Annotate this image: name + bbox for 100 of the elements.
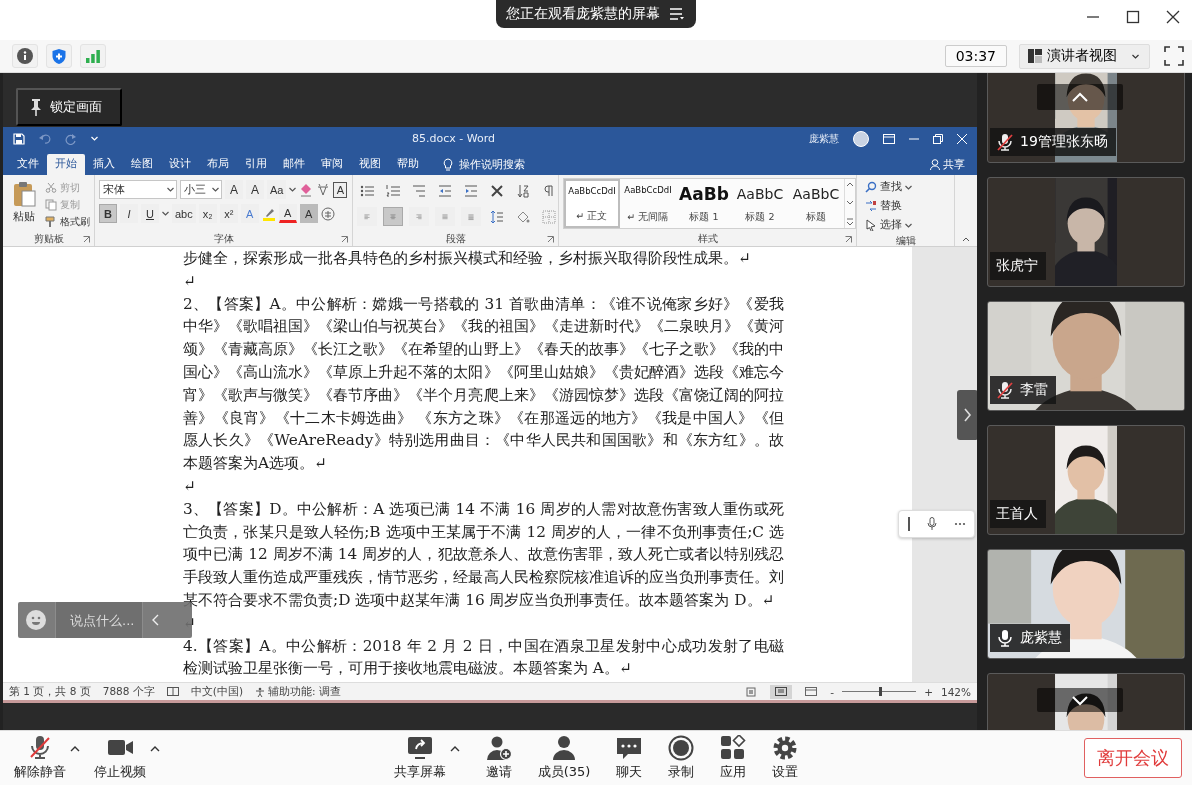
- ribbon-tab[interactable]: 设计: [161, 154, 199, 175]
- toolbar-button[interactable]: 聊天: [616, 735, 643, 781]
- caret-icon[interactable]: [289, 187, 297, 192]
- editing-action[interactable]: 替换: [865, 198, 912, 214]
- sort-icon[interactable]: [516, 183, 530, 198]
- toolbar-button[interactable]: 解除静音: [14, 735, 66, 781]
- ribbon-display-icon[interactable]: [883, 133, 895, 144]
- view-button[interactable]: 演讲者视图: [1019, 43, 1150, 69]
- maximize-icon[interactable]: [1126, 10, 1140, 24]
- close-icon[interactable]: [1166, 10, 1180, 24]
- share-button[interactable]: 共享: [930, 154, 965, 175]
- format-button[interactable]: U: [141, 204, 159, 223]
- style-option[interactable]: AaBbC 标题: [788, 179, 844, 228]
- more-icon[interactable]: [846, 218, 854, 226]
- expand-panel-icon[interactable]: [957, 390, 977, 440]
- format-button[interactable]: I: [120, 204, 138, 223]
- line-spacing-icon[interactable]: [490, 209, 504, 224]
- toolbar-button[interactable]: 停止视频: [94, 735, 146, 781]
- menu-icon[interactable]: [670, 8, 684, 20]
- dialog-launcher-icon[interactable]: [341, 235, 348, 243]
- shield-icon[interactable]: [51, 47, 67, 65]
- font-button[interactable]: A: [225, 180, 243, 199]
- paste-button[interactable]: 粘贴: [7, 178, 41, 226]
- style-option[interactable]: AaBb 标题 1: [676, 179, 732, 228]
- info-icon[interactable]: [17, 48, 33, 64]
- scroll-down-icon[interactable]: [1037, 688, 1123, 712]
- scroll-down-icon[interactable]: [846, 199, 854, 206]
- zoom-in-button[interactable]: +: [924, 685, 933, 698]
- format-button[interactable]: abc: [172, 204, 196, 223]
- scroll-up-icon[interactable]: [846, 181, 854, 187]
- ribbon-tab[interactable]: 审阅: [313, 154, 351, 175]
- microphone-icon[interactable]: [927, 517, 938, 531]
- toolbar-button[interactable]: 应用: [720, 735, 747, 781]
- eraser-icon[interactable]: [299, 182, 314, 197]
- font-button[interactable]: Aa: [267, 180, 287, 199]
- emoji-icon[interactable]: [26, 610, 46, 630]
- ribbon-tab[interactable]: 邮件: [275, 154, 313, 175]
- toolbar-button[interactable]: 录制: [668, 735, 695, 781]
- bullets-icon[interactable]: [360, 183, 374, 198]
- chat-input-field[interactable]: 说点什么...: [55, 602, 143, 638]
- signal-icon[interactable]: [85, 49, 101, 63]
- phonetic-guide-icon[interactable]: [316, 182, 331, 197]
- language-status[interactable]: 中文(中国): [190, 684, 243, 699]
- redo-icon[interactable]: [65, 132, 77, 145]
- enclosed-character-icon[interactable]: [320, 206, 335, 221]
- toolbar-button[interactable]: 邀请: [485, 735, 512, 781]
- fullscreen-icon[interactable]: [1164, 46, 1184, 66]
- collapse-icon[interactable]: [151, 614, 159, 626]
- ribbon-tab[interactable]: 开始: [47, 154, 85, 175]
- dialog-launcher-icon[interactable]: [845, 235, 852, 243]
- tell-me-search[interactable]: 操作说明搜索: [443, 154, 525, 175]
- save-icon[interactable]: [13, 132, 25, 145]
- zoom-level[interactable]: 142%: [940, 685, 971, 698]
- format-button[interactable]: B: [99, 204, 117, 223]
- style-option[interactable]: AaBbCcDdI ↵ 无间隔: [620, 179, 676, 228]
- proofing-icon[interactable]: [166, 687, 179, 696]
- toolbar-button[interactable]: 共享屏幕: [393, 735, 446, 781]
- accessibility-status[interactable]: 辅助功能: 调查: [255, 684, 341, 699]
- editing-action[interactable]: 选择: [865, 217, 912, 233]
- undo-icon[interactable]: [39, 132, 51, 145]
- caret-up-icon[interactable]: [70, 745, 80, 752]
- increase-indent-icon[interactable]: [464, 183, 478, 198]
- caret-up-icon[interactable]: [150, 745, 160, 752]
- chinese-layout-icon[interactable]: [490, 183, 504, 198]
- focus-icon[interactable]: [746, 686, 757, 697]
- toolbar-button[interactable]: 设置: [772, 735, 799, 781]
- decrease-indent-icon[interactable]: [438, 183, 452, 198]
- font-size-field[interactable]: 小三: [180, 180, 222, 199]
- dialog-launcher-icon[interactable]: [83, 235, 90, 243]
- collapse-ribbon-icon[interactable]: [962, 236, 970, 242]
- web-layout-icon[interactable]: [805, 687, 818, 696]
- slider-thumb[interactable]: [879, 687, 883, 696]
- highlighter-icon[interactable]: [261, 206, 276, 221]
- style-option[interactable]: AaBbCcDdI ↵ 正文: [564, 179, 620, 228]
- multilevel-list-icon[interactable]: [412, 183, 426, 198]
- paragraph-mark-icon[interactable]: [542, 183, 556, 198]
- font-effect-button[interactable]: A: [240, 204, 259, 223]
- font-name-field[interactable]: 宋体: [99, 180, 177, 199]
- editing-action[interactable]: 查找: [865, 179, 912, 195]
- format-button[interactable]: x₂: [198, 204, 217, 223]
- dialog-launcher-icon[interactable]: [547, 235, 554, 243]
- zoom-out-button[interactable]: -: [830, 685, 835, 698]
- ribbon-tab[interactable]: 布局: [199, 154, 237, 175]
- ribbon-tab[interactable]: 文件: [9, 154, 47, 175]
- caret-icon[interactable]: [162, 211, 169, 216]
- ribbon-tab[interactable]: 绘图: [123, 154, 161, 175]
- font-effect-button[interactable]: A: [299, 204, 318, 223]
- style-option[interactable]: AaBbC 标题 2: [732, 179, 788, 228]
- ribbon-tab[interactable]: 帮助: [389, 154, 427, 175]
- format-button[interactable]: x²: [219, 204, 238, 223]
- caret-up-icon[interactable]: [449, 745, 460, 752]
- font-button[interactable]: A: [246, 180, 264, 199]
- toolbar-button[interactable]: 成员(35): [537, 735, 591, 781]
- more-icon[interactable]: [953, 522, 966, 526]
- clipboard-action[interactable]: 格式刷: [45, 214, 90, 229]
- restore-icon[interactable]: [933, 133, 943, 144]
- ribbon-tab[interactable]: 插入: [85, 154, 123, 175]
- lock-view-button[interactable]: 锁定画面: [16, 88, 122, 126]
- print-layout-icon[interactable]: [775, 687, 788, 696]
- paint-bucket-icon[interactable]: [516, 209, 530, 224]
